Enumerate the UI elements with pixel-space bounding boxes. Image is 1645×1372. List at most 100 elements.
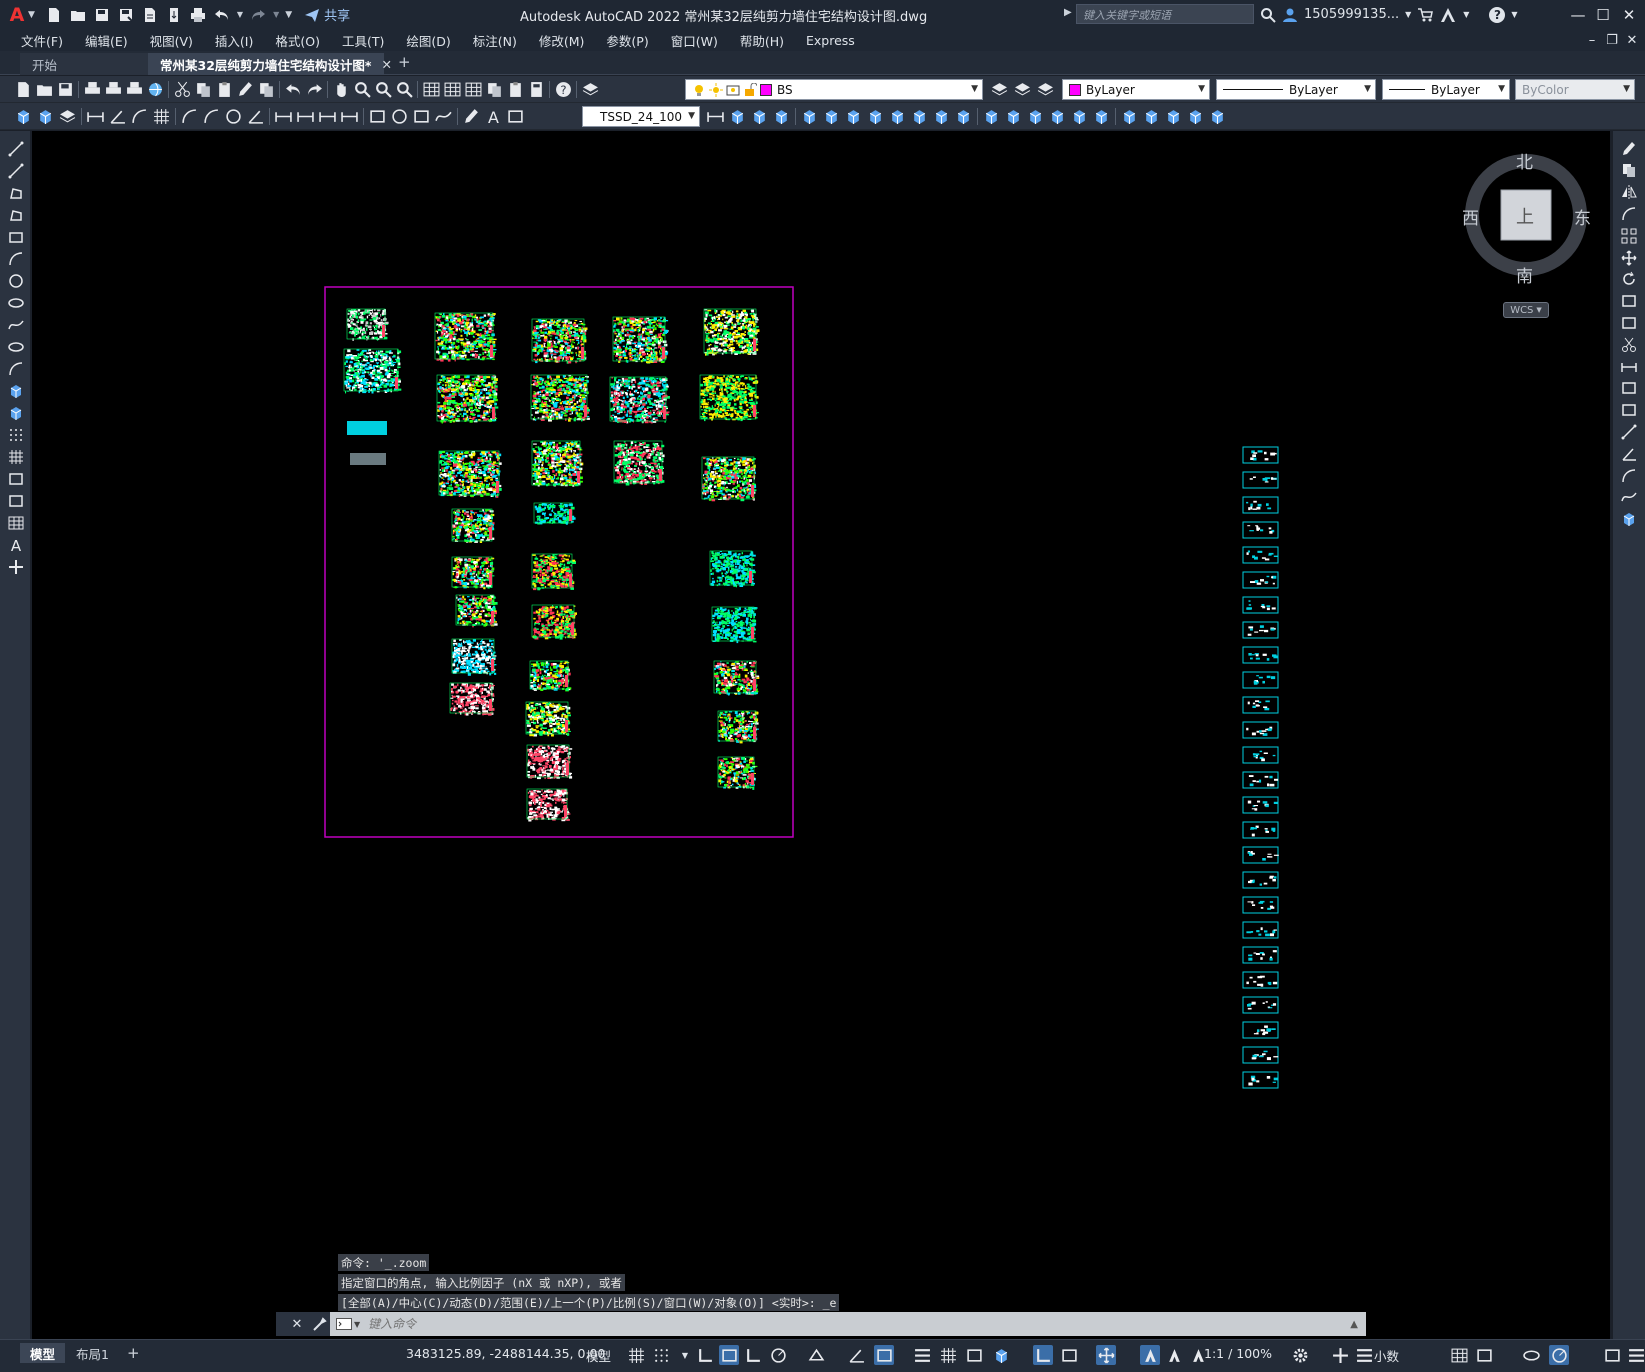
modify-tool-4-icon[interactable]	[800, 107, 819, 126]
menu-insert[interactable]: 插入(I)	[204, 31, 264, 50]
revision-cloud-icon[interactable]	[6, 293, 25, 312]
properties-icon[interactable]	[422, 80, 441, 99]
layer-match-icon[interactable]	[990, 80, 1009, 99]
modify-tool-9-icon[interactable]	[910, 107, 929, 126]
layer-unlock-icon[interactable]	[743, 82, 757, 97]
hatch-icon[interactable]	[6, 447, 25, 466]
tssd-tool-icon[interactable]	[1208, 107, 1227, 126]
add-selected-icon[interactable]	[6, 557, 25, 576]
ellipse-arc-icon[interactable]	[6, 359, 25, 378]
quickcalc-icon[interactable]	[527, 80, 546, 99]
tab-close-icon[interactable]: ✕	[381, 57, 391, 72]
viewcube[interactable]: 北 南 东 西 上	[1430, 140, 1591, 315]
modify-tool-18-icon[interactable]	[1120, 107, 1139, 126]
circle-icon[interactable]	[6, 271, 25, 290]
share-button[interactable]: 共享	[304, 5, 350, 24]
menu-file[interactable]: 文件(F)	[10, 31, 74, 50]
plot-icon[interactable]	[189, 6, 207, 24]
new-tab-button[interactable]: +	[398, 53, 411, 71]
join-icon[interactable]	[1619, 422, 1638, 441]
modify-tool-10-icon[interactable]	[932, 107, 951, 126]
search-expand-icon[interactable]: ▶	[1064, 7, 1072, 18]
compass-west[interactable]: 西	[1462, 204, 1479, 229]
zoom-window-icon[interactable]	[374, 80, 393, 99]
quick-dim-icon[interactable]	[274, 107, 293, 126]
command-customize-icon[interactable]	[308, 1312, 330, 1336]
arc-icon[interactable]	[6, 249, 25, 268]
linetype-dropdown[interactable]: ByLayer ▼	[1216, 79, 1376, 100]
command-history-arrow-icon[interactable]: ▲	[1350, 1319, 1358, 1330]
tssd-tool-3-icon[interactable]	[58, 107, 77, 126]
center-mark-icon[interactable]	[390, 107, 409, 126]
model-space-toggle[interactable]: 模型	[586, 1346, 611, 1365]
drawing-canvas[interactable]	[32, 131, 1610, 1339]
menu-express[interactable]: Express	[795, 33, 866, 48]
ellipse-icon[interactable]	[6, 337, 25, 356]
modify-tool-1-icon[interactable]	[728, 107, 747, 126]
save-as-icon[interactable]	[117, 6, 135, 24]
undo-icon[interactable]	[284, 80, 303, 99]
object-snap-tracking-icon[interactable]	[846, 1345, 866, 1365]
break-icon[interactable]	[1619, 401, 1638, 420]
tab-drawing[interactable]: 常州某32层纯剪力墙住宅结构设计图* ✕	[148, 53, 392, 75]
compass-north[interactable]: 北	[1516, 148, 1533, 173]
dim-continue-icon[interactable]	[318, 107, 337, 126]
dynamic-ucs-icon[interactable]	[1033, 1345, 1053, 1365]
3d-print-icon[interactable]	[146, 80, 165, 99]
units-dropdown[interactable]: 小数	[1374, 1346, 1399, 1365]
lineweight-dropdown[interactable]: ByLayer ▼	[1382, 79, 1510, 100]
modify-tool-2-icon[interactable]	[750, 107, 769, 126]
selection-cycling-icon[interactable]	[964, 1345, 984, 1365]
layer-viewport-icon[interactable]	[726, 83, 740, 97]
erase-icon[interactable]	[1619, 139, 1638, 158]
dim-aligned-icon[interactable]	[108, 107, 127, 126]
paste-icon[interactable]	[215, 80, 234, 99]
snap-dropdown-icon[interactable]: ▼	[675, 1345, 695, 1365]
modify-tool-13-icon[interactable]	[1004, 107, 1023, 126]
rotate-icon[interactable]	[1619, 270, 1638, 289]
menu-modify[interactable]: 修改(M)	[528, 31, 596, 50]
command-input[interactable]	[368, 1317, 1351, 1331]
construction-line-icon[interactable]	[6, 161, 25, 180]
chamfer-icon[interactable]	[1619, 444, 1638, 463]
markup-icon[interactable]	[506, 80, 525, 99]
command-close-icon[interactable]: ✕	[286, 1312, 308, 1336]
gizmo-icon[interactable]	[1096, 1345, 1116, 1365]
layer-previous-icon[interactable]	[1013, 80, 1032, 99]
infer-constraints-icon[interactable]	[695, 1345, 715, 1365]
annotation-scale-icon[interactable]	[1188, 1345, 1208, 1365]
inspect-icon[interactable]	[412, 107, 431, 126]
modify-tool-12-icon[interactable]	[982, 107, 1001, 126]
annotation-monitor-icon[interactable]	[1330, 1345, 1350, 1365]
dim-radius-icon[interactable]	[180, 107, 199, 126]
lineweight-icon[interactable]	[912, 1345, 932, 1365]
dim-update-icon[interactable]	[506, 107, 525, 126]
search-icon[interactable]	[1260, 7, 1276, 23]
explode-icon[interactable]	[1619, 510, 1638, 529]
tssd-tool-1-icon[interactable]	[14, 107, 33, 126]
wcs-menu[interactable]: WCS ▼	[1503, 302, 1549, 318]
units-icon[interactable]	[1354, 1345, 1374, 1365]
modify-tool-6-icon[interactable]	[844, 107, 863, 126]
menu-draw[interactable]: 绘图(D)	[395, 31, 461, 50]
cut-icon[interactable]	[173, 80, 192, 99]
ortho-mode-icon[interactable]	[743, 1345, 763, 1365]
gradient-icon[interactable]	[6, 469, 25, 488]
modify-tool-19-icon[interactable]	[1142, 107, 1161, 126]
user-icon[interactable]	[1282, 7, 1298, 23]
table-icon[interactable]	[6, 513, 25, 532]
undo-dropdown-icon[interactable]: ▼	[237, 10, 243, 19]
dim-jogged-icon[interactable]	[202, 107, 221, 126]
mdi-close-button[interactable]: ✕	[1622, 29, 1642, 51]
add-layout-button[interactable]: +	[117, 1343, 150, 1363]
modify-tool-7-icon[interactable]	[866, 107, 885, 126]
jogged-linear-icon[interactable]	[434, 107, 453, 126]
redo-icon[interactable]	[249, 6, 267, 24]
stretch-icon[interactable]	[1619, 313, 1638, 332]
menu-format[interactable]: 格式(O)	[264, 31, 331, 50]
layer-dropdown[interactable]: BS ▼	[685, 79, 983, 100]
command-prompt-icon[interactable]: ▼	[336, 1318, 360, 1330]
customization-icon[interactable]	[1626, 1345, 1645, 1365]
match-properties-icon[interactable]	[236, 80, 255, 99]
menu-window[interactable]: 窗口(W)	[660, 31, 729, 50]
